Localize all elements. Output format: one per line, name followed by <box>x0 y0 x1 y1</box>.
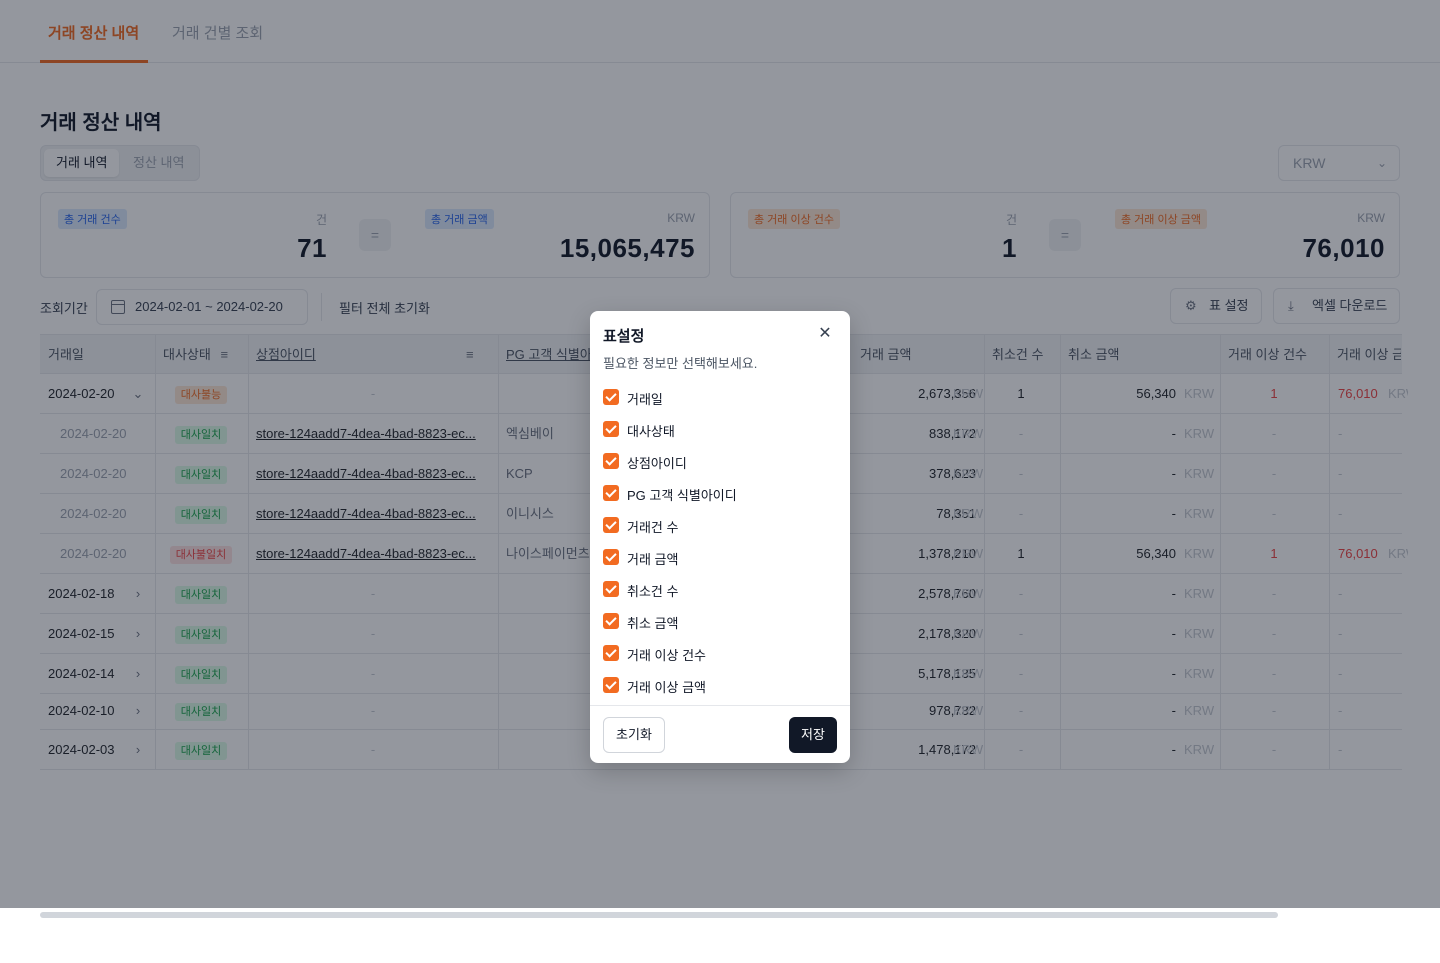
option-label: 취소건 수 <box>627 584 679 599</box>
checkbox-checked-icon[interactable] <box>603 485 619 501</box>
close-icon[interactable]: ✕ <box>816 325 834 343</box>
save-button[interactable]: 저장 <box>789 717 837 753</box>
modal-subtitle: 필요한 정보만 선택해보세요. <box>603 356 758 371</box>
option-label: 거래 이상 금액 <box>627 680 706 695</box>
divider <box>590 705 850 706</box>
checkbox-checked-icon[interactable] <box>603 645 619 661</box>
option-label: 거래건 수 <box>627 520 679 535</box>
checkbox-checked-icon[interactable] <box>603 581 619 597</box>
checkbox-checked-icon[interactable] <box>603 677 619 693</box>
reset-button[interactable]: 초기화 <box>603 717 665 753</box>
option-label: 상점아이디 <box>627 456 687 471</box>
option-label: 취소 금액 <box>627 616 679 631</box>
option-label: 거래일 <box>627 392 663 407</box>
checkbox-checked-icon[interactable] <box>603 453 619 469</box>
option-label: 거래 금액 <box>627 552 679 567</box>
checkbox-checked-icon[interactable] <box>603 613 619 629</box>
checkbox-checked-icon[interactable] <box>603 421 619 437</box>
table-settings-modal: 표설정 ✕ 필요한 정보만 선택해보세요. 초기화 저장 거래일대사상태상점아이… <box>590 311 850 763</box>
checkbox-checked-icon[interactable] <box>603 517 619 533</box>
option-label: PG 고객 식별아이디 <box>627 488 737 503</box>
checkbox-checked-icon[interactable] <box>603 549 619 565</box>
checkbox-checked-icon[interactable] <box>603 389 619 405</box>
option-label: 대사상태 <box>627 424 675 439</box>
option-label: 거래 이상 건수 <box>627 648 706 663</box>
modal-title: 표설정 <box>603 328 645 345</box>
horizontal-scrollbar[interactable] <box>40 912 1278 918</box>
